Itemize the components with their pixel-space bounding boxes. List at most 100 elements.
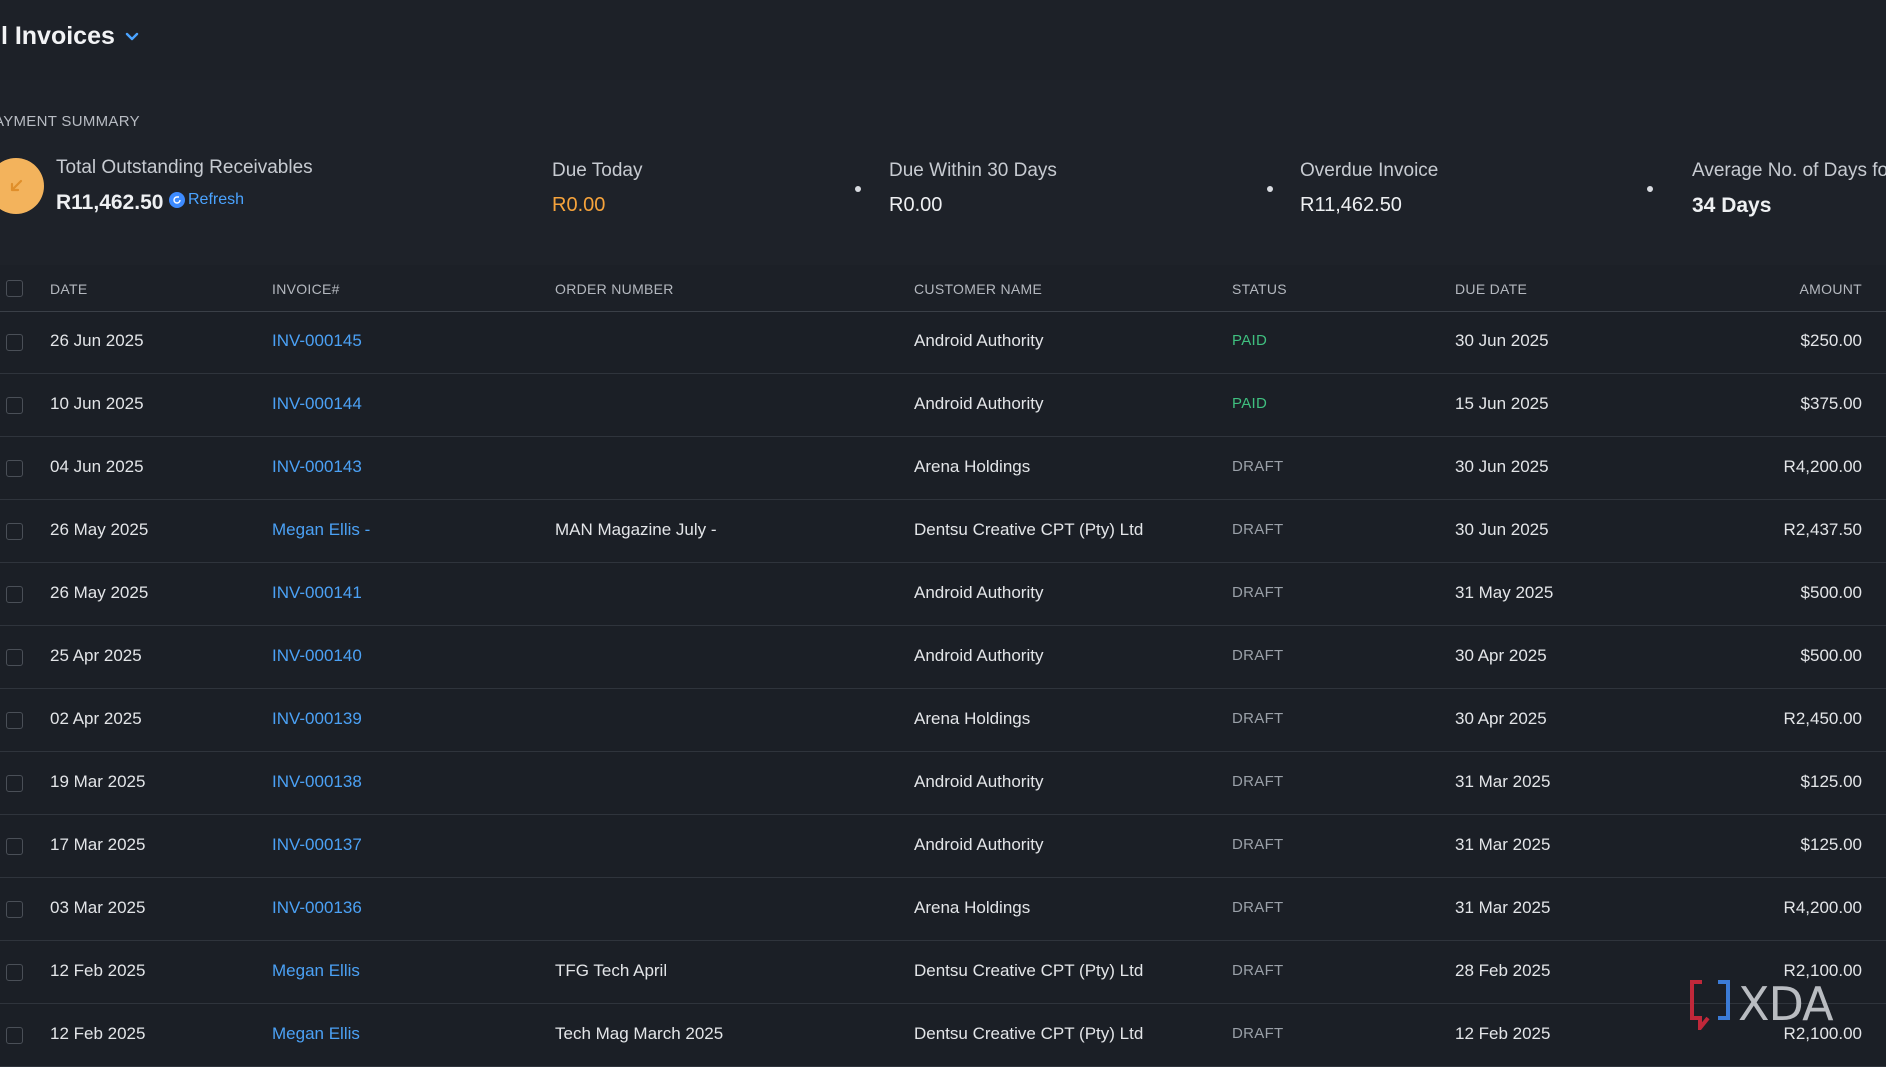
cell-invoice-link[interactable]: INV-000137 xyxy=(272,835,362,855)
table-row[interactable]: 17 Mar 2025 INV-000137 Android Authority DR… xyxy=(0,815,1886,878)
table-row[interactable]: 26 Jun 2025 INV-000145 Android Authority PA… xyxy=(0,311,1886,374)
cell-due-date: 30 Apr 2025 xyxy=(1455,709,1547,728)
separator-dot xyxy=(855,186,861,192)
cell-invoice-link[interactable]: INV-000141 xyxy=(272,583,362,603)
cell-amount: $375.00 xyxy=(1800,394,1862,413)
column-header-order-number[interactable]: ORDER NUMBER xyxy=(555,281,674,297)
overdue-invoice-label: Overdue Invoice xyxy=(1300,160,1439,181)
cell-date: 26 Jun 2025 xyxy=(50,331,144,350)
cell-invoice-link[interactable]: Megan Ellis xyxy=(272,961,360,981)
cell-due-date: 15 Jun 2025 xyxy=(1455,394,1549,413)
cell-date: 26 May 2025 xyxy=(50,520,149,539)
select-all-checkbox[interactable] xyxy=(6,280,23,297)
cell-invoice-link[interactable]: INV-000139 xyxy=(272,709,362,729)
average-days-value: 34 Days xyxy=(1692,194,1772,217)
cell-due-date: 12 Feb 2025 xyxy=(1455,1024,1551,1043)
cell-invoice-link[interactable]: INV-000145 xyxy=(272,331,362,351)
refresh-button[interactable]: Refresh xyxy=(169,191,244,209)
table-row[interactable]: 19 Mar 2025 INV-000138 Android Authority DR… xyxy=(0,752,1886,815)
column-header-customer-name[interactable]: CUSTOMER NAME xyxy=(914,281,1042,297)
cell-customer-name: Android Authority xyxy=(914,394,1044,413)
cell-amount: $125.00 xyxy=(1800,835,1862,854)
due-today-label: Due Today xyxy=(552,160,643,181)
chevron-down-icon xyxy=(125,32,139,40)
table-row[interactable]: 03 Mar 2025 INV-000136 Arena Holdings DRAFT… xyxy=(0,878,1886,941)
cell-amount: $125.00 xyxy=(1800,772,1862,791)
table-row[interactable]: 26 May 2025 Megan Ellis - MAN Magazine Jul… xyxy=(0,500,1886,563)
table-row[interactable]: 12 Feb 2025 Megan Ellis Tech Mag March 202… xyxy=(0,1004,1886,1067)
row-checkbox[interactable] xyxy=(6,775,23,792)
page-title: ll Invoices xyxy=(0,22,115,50)
column-header-due-date[interactable]: DUE DATE xyxy=(1455,281,1527,297)
cell-invoice-link[interactable]: INV-000144 xyxy=(272,394,362,414)
cell-status-badge: DRAFT xyxy=(1232,773,1284,790)
row-checkbox[interactable] xyxy=(6,523,23,540)
cell-customer-name: Arena Holdings xyxy=(914,898,1031,917)
row-checkbox[interactable] xyxy=(6,397,23,414)
row-checkbox[interactable] xyxy=(6,334,23,351)
row-checkbox[interactable] xyxy=(6,460,23,477)
cell-amount: R4,200.00 xyxy=(1783,898,1862,917)
cell-amount: $500.00 xyxy=(1800,583,1862,602)
cell-invoice-link[interactable]: INV-000143 xyxy=(272,457,362,477)
table-row[interactable]: 02 Apr 2025 INV-000139 Arena Holdings DRAFT… xyxy=(0,689,1886,752)
view-selector[interactable]: ll Invoices xyxy=(0,22,139,51)
cell-amount: R2,437.50 xyxy=(1783,520,1862,539)
cell-customer-name: Android Authority xyxy=(914,331,1044,350)
column-header-amount[interactable]: AMOUNT xyxy=(1800,281,1862,297)
column-header-date[interactable]: DATE xyxy=(50,281,88,297)
table-header: DATE INVOICE# ORDER NUMBER CUSTOMER NAME… xyxy=(0,265,1886,312)
due-today-value: R0.00 xyxy=(552,194,606,216)
overdue-invoice-value: R11,462.50 xyxy=(1300,194,1402,216)
cell-due-date: 30 Jun 2025 xyxy=(1455,331,1549,350)
row-checkbox[interactable] xyxy=(6,712,23,729)
payment-summary-heading: AYMENT SUMMARY xyxy=(0,113,140,130)
cell-customer-name: Arena Holdings xyxy=(914,709,1031,728)
cell-invoice-link[interactable]: Megan Ellis xyxy=(272,1024,360,1044)
cell-amount: $500.00 xyxy=(1800,646,1862,665)
cell-date: 03 Mar 2025 xyxy=(50,898,146,917)
table-row[interactable]: 04 Jun 2025 INV-000143 Arena Holdings DRAFT… xyxy=(0,437,1886,500)
cell-due-date: 30 Apr 2025 xyxy=(1455,646,1547,665)
row-checkbox[interactable] xyxy=(6,1027,23,1044)
cell-customer-name: Android Authority xyxy=(914,772,1044,791)
cell-amount: R4,200.00 xyxy=(1783,457,1862,476)
refresh-label: Refresh xyxy=(188,191,245,208)
cell-status-badge: DRAFT xyxy=(1232,1025,1284,1042)
cell-invoice-link[interactable]: INV-000136 xyxy=(272,898,362,918)
receivables-icon xyxy=(0,158,44,214)
table-row[interactable]: 25 Apr 2025 INV-000140 Android Authority DR… xyxy=(0,626,1886,689)
cell-order-number: Tech Mag March 2025 xyxy=(555,1024,724,1043)
cell-invoice-link[interactable]: INV-000140 xyxy=(272,646,362,666)
total-outstanding-value: R11,462.50 xyxy=(56,191,164,214)
cell-date: 02 Apr 2025 xyxy=(50,709,142,728)
cell-status-badge: DRAFT xyxy=(1232,899,1284,916)
cell-customer-name: Android Authority xyxy=(914,583,1044,602)
cell-due-date: 31 Mar 2025 xyxy=(1455,898,1551,917)
column-header-status[interactable]: STATUS xyxy=(1232,281,1287,297)
row-checkbox[interactable] xyxy=(6,838,23,855)
cell-due-date: 30 Jun 2025 xyxy=(1455,457,1549,476)
table-row[interactable]: 26 May 2025 INV-000141 Android Authority DR… xyxy=(0,563,1886,626)
cell-date: 04 Jun 2025 xyxy=(50,457,144,476)
row-checkbox[interactable] xyxy=(6,964,23,981)
cell-customer-name: Dentsu Creative CPT (Pty) Ltd xyxy=(914,1024,1144,1043)
cell-amount: $250.00 xyxy=(1800,331,1862,350)
cell-status-badge: DRAFT xyxy=(1232,710,1284,727)
cell-customer-name: Dentsu Creative CPT (Pty) Ltd xyxy=(914,520,1144,539)
cell-date: 25 Apr 2025 xyxy=(50,646,142,665)
cell-amount: R2,450.00 xyxy=(1783,709,1862,728)
row-checkbox[interactable] xyxy=(6,586,23,603)
due-30-days-value: R0.00 xyxy=(889,194,943,216)
table-row[interactable]: 12 Feb 2025 Megan Ellis TFG Tech April Dent… xyxy=(0,941,1886,1004)
table-row[interactable]: 10 Jun 2025 INV-000144 Android Authority PA… xyxy=(0,374,1886,437)
cell-due-date: 31 Mar 2025 xyxy=(1455,835,1551,854)
cell-invoice-link[interactable]: Megan Ellis - xyxy=(272,520,370,540)
row-checkbox[interactable] xyxy=(6,649,23,666)
cell-customer-name: Android Authority xyxy=(914,835,1044,854)
cell-invoice-link[interactable]: INV-000138 xyxy=(272,772,362,792)
column-header-invoice[interactable]: INVOICE# xyxy=(272,281,340,297)
cell-customer-name: Arena Holdings xyxy=(914,457,1031,476)
watermark-text: XDA xyxy=(1738,977,1834,1031)
row-checkbox[interactable] xyxy=(6,901,23,918)
